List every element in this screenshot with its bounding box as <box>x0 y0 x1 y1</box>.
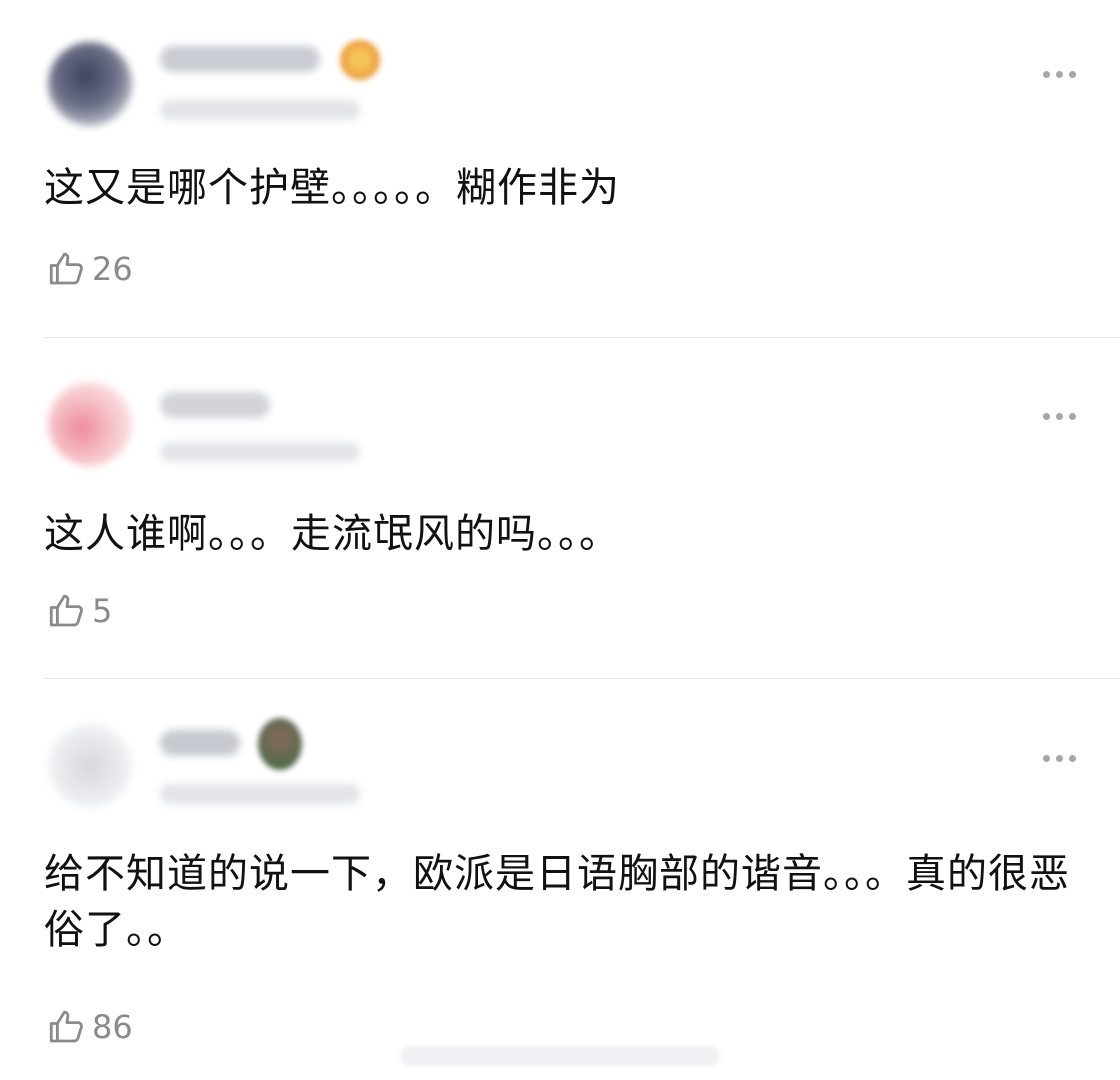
like-count: 86 <box>92 1008 133 1046</box>
like-count: 5 <box>92 592 113 630</box>
avatar[interactable] <box>48 724 132 808</box>
home-indicator <box>400 1046 720 1066</box>
username-blurred[interactable] <box>160 392 270 418</box>
like-button[interactable]: 5 <box>46 590 112 632</box>
more-options-button[interactable] <box>1037 738 1076 768</box>
username-blurred[interactable] <box>160 46 320 72</box>
timestamp-blurred <box>160 100 360 120</box>
more-options-button[interactable] <box>1037 54 1076 84</box>
timestamp-blurred <box>160 442 360 462</box>
divider <box>44 678 1120 679</box>
like-button[interactable]: 86 <box>46 1006 133 1048</box>
username-blurred[interactable] <box>160 730 240 756</box>
like-button[interactable]: 26 <box>46 248 133 290</box>
avatar[interactable] <box>48 42 132 126</box>
like-count: 26 <box>92 250 133 288</box>
comment-text: 这又是哪个护壁。。。。。糊作非为 <box>44 165 620 211</box>
thumbs-up-icon <box>49 594 83 627</box>
thumbs-up-icon <box>49 1010 83 1043</box>
comment-feed: 这又是哪个护壁。。。。。糊作非为 26 这人谁啊。。。走流氓风的吗。。。 5 给… <box>0 0 1120 1080</box>
divider <box>44 337 1120 338</box>
comment-text: 这人谁啊。。。走流氓风的吗。。。 <box>44 511 620 557</box>
badge-icon <box>258 718 302 770</box>
timestamp-blurred <box>160 784 360 804</box>
thumbs-up-icon <box>49 252 83 285</box>
comment-text: 给不知道的说一下，欧派是日语胸部的谐音。。。真的很恶俗了。。 <box>44 851 1070 953</box>
more-options-button[interactable] <box>1037 396 1076 426</box>
badge-icon <box>340 40 380 80</box>
avatar[interactable] <box>48 382 132 466</box>
